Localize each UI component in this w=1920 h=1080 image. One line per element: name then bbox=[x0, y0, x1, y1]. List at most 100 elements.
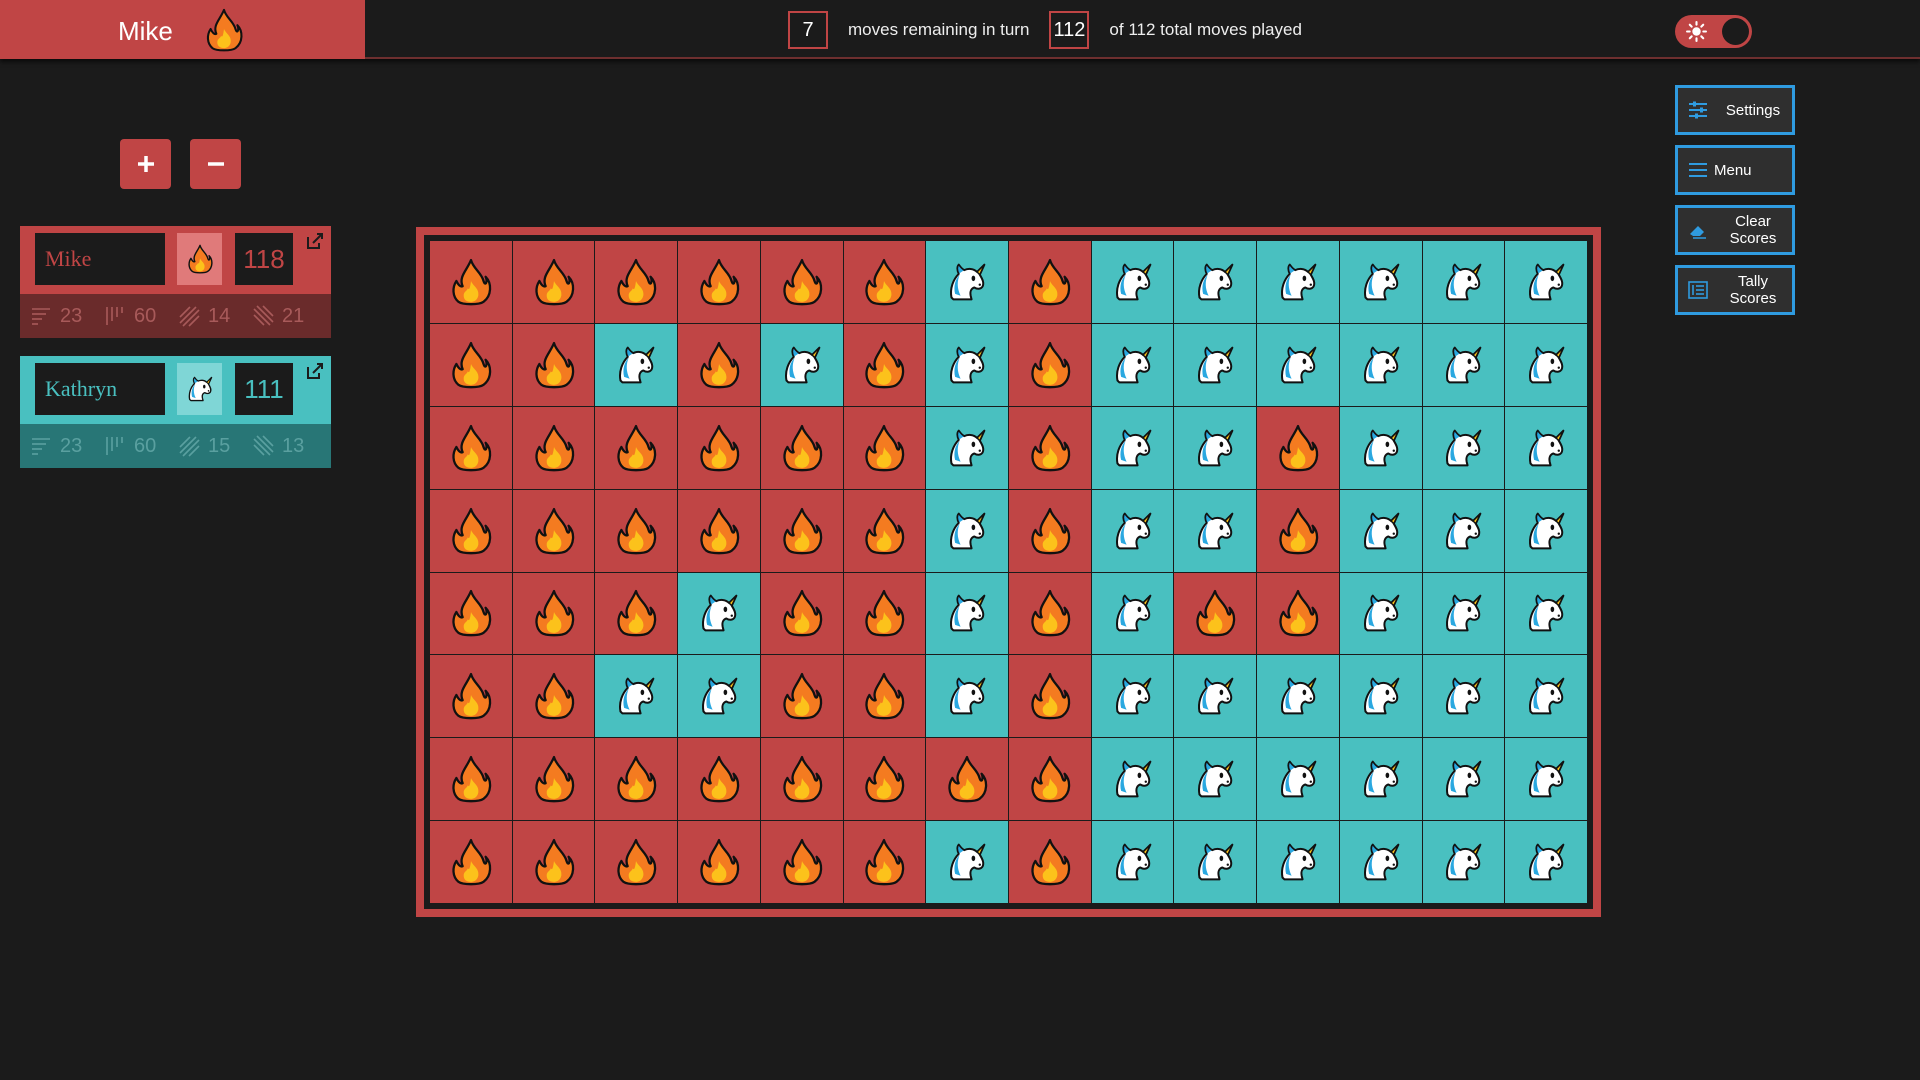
board-cell[interactable] bbox=[926, 655, 1008, 738]
board-cell[interactable] bbox=[1174, 655, 1257, 738]
board-cell[interactable] bbox=[1009, 406, 1091, 489]
board-cell[interactable] bbox=[843, 241, 926, 323]
board-cell[interactable] bbox=[1505, 406, 1587, 489]
remove-player-button[interactable] bbox=[190, 139, 241, 189]
board-cell[interactable] bbox=[1009, 241, 1091, 323]
external-edit-icon[interactable] bbox=[305, 361, 325, 381]
board-cell[interactable] bbox=[1505, 738, 1587, 821]
add-player-button[interactable] bbox=[120, 139, 171, 189]
board-cell[interactable] bbox=[430, 406, 512, 489]
board-cell[interactable] bbox=[678, 738, 760, 821]
board-cell[interactable] bbox=[595, 821, 678, 903]
settings-button[interactable]: Settings bbox=[1675, 85, 1795, 135]
board-cell[interactable] bbox=[1505, 489, 1587, 572]
board-cell[interactable] bbox=[760, 489, 843, 572]
board-cell[interactable] bbox=[1422, 655, 1505, 738]
board-cell[interactable] bbox=[678, 655, 760, 738]
board-cell[interactable] bbox=[1174, 241, 1257, 323]
board-cell[interactable] bbox=[430, 821, 512, 903]
board-cell[interactable] bbox=[843, 655, 926, 738]
board-cell[interactable] bbox=[1422, 738, 1505, 821]
board-cell[interactable] bbox=[1174, 406, 1257, 489]
board-cell[interactable] bbox=[926, 489, 1008, 572]
board-cell[interactable] bbox=[430, 572, 512, 655]
board-cell[interactable] bbox=[1339, 241, 1422, 323]
board-cell[interactable] bbox=[430, 738, 512, 821]
board-cell[interactable] bbox=[1505, 572, 1587, 655]
board-cell[interactable] bbox=[1009, 489, 1091, 572]
board-cell[interactable] bbox=[1339, 655, 1422, 738]
board-cell[interactable] bbox=[1505, 323, 1587, 406]
board-cell[interactable] bbox=[1009, 572, 1091, 655]
board-cell[interactable] bbox=[1422, 572, 1505, 655]
board-cell[interactable] bbox=[1009, 655, 1091, 738]
board-cell[interactable] bbox=[430, 241, 512, 323]
board-cell[interactable] bbox=[1174, 323, 1257, 406]
board-cell[interactable] bbox=[1505, 821, 1587, 903]
board-cell[interactable] bbox=[926, 572, 1008, 655]
board-cell[interactable] bbox=[1174, 489, 1257, 572]
board-cell[interactable] bbox=[1091, 489, 1174, 572]
board-cell[interactable] bbox=[512, 406, 595, 489]
board-cell[interactable] bbox=[430, 489, 512, 572]
board-cell[interactable] bbox=[1174, 738, 1257, 821]
menu-button[interactable]: Menu bbox=[1675, 145, 1795, 195]
board-cell[interactable] bbox=[1174, 821, 1257, 903]
external-edit-icon[interactable] bbox=[305, 231, 325, 251]
board-cell[interactable] bbox=[678, 323, 760, 406]
player-name-field[interactable]: Mike bbox=[35, 233, 165, 285]
board-cell[interactable] bbox=[678, 489, 760, 572]
player-icon-box[interactable] bbox=[177, 363, 222, 415]
board-cell[interactable] bbox=[926, 738, 1008, 821]
board-cell[interactable] bbox=[1422, 406, 1505, 489]
board-cell[interactable] bbox=[1339, 738, 1422, 821]
board-cell[interactable] bbox=[1091, 406, 1174, 489]
board-cell[interactable] bbox=[1257, 821, 1339, 903]
board-cell[interactable] bbox=[1257, 655, 1339, 738]
board-cell[interactable] bbox=[843, 489, 926, 572]
board-cell[interactable] bbox=[1505, 655, 1587, 738]
board-cell[interactable] bbox=[926, 323, 1008, 406]
clear-scores-button[interactable]: Clear Scores bbox=[1675, 205, 1795, 255]
board-cell[interactable] bbox=[1174, 572, 1257, 655]
board-cell[interactable] bbox=[1091, 655, 1174, 738]
board-cell[interactable] bbox=[1091, 821, 1174, 903]
board-cell[interactable] bbox=[595, 572, 678, 655]
board-cell[interactable] bbox=[595, 738, 678, 821]
tally-scores-button[interactable]: Tally Scores bbox=[1675, 265, 1795, 315]
board-cell[interactable] bbox=[1091, 241, 1174, 323]
board-cell[interactable] bbox=[843, 572, 926, 655]
board-cell[interactable] bbox=[760, 406, 843, 489]
board-cell[interactable] bbox=[843, 406, 926, 489]
board-cell[interactable] bbox=[512, 821, 595, 903]
board-cell[interactable] bbox=[1257, 323, 1339, 406]
board-cell[interactable] bbox=[760, 323, 843, 406]
board-cell[interactable] bbox=[1257, 489, 1339, 572]
board-cell[interactable] bbox=[678, 406, 760, 489]
board-cell[interactable] bbox=[1091, 738, 1174, 821]
board-cell[interactable] bbox=[678, 572, 760, 655]
board-cell[interactable] bbox=[1009, 738, 1091, 821]
board-cell[interactable] bbox=[1339, 489, 1422, 572]
board-cell[interactable] bbox=[1422, 821, 1505, 903]
board-cell[interactable] bbox=[1422, 241, 1505, 323]
board-cell[interactable] bbox=[595, 489, 678, 572]
board-cell[interactable] bbox=[1339, 323, 1422, 406]
board-cell[interactable] bbox=[512, 241, 595, 323]
board-cell[interactable] bbox=[760, 738, 843, 821]
board-cell[interactable] bbox=[678, 241, 760, 323]
board-cell[interactable] bbox=[595, 406, 678, 489]
board-cell[interactable] bbox=[760, 821, 843, 903]
board-cell[interactable] bbox=[1257, 572, 1339, 655]
board-cell[interactable] bbox=[843, 323, 926, 406]
board-cell[interactable] bbox=[1257, 406, 1339, 489]
board-cell[interactable] bbox=[1257, 241, 1339, 323]
board-cell[interactable] bbox=[595, 323, 678, 406]
board-cell[interactable] bbox=[926, 821, 1008, 903]
board-cell[interactable] bbox=[1091, 572, 1174, 655]
board-cell[interactable] bbox=[678, 821, 760, 903]
board-cell[interactable] bbox=[1091, 323, 1174, 406]
board-cell[interactable] bbox=[512, 572, 595, 655]
board-cell[interactable] bbox=[1422, 489, 1505, 572]
board-cell[interactable] bbox=[926, 406, 1008, 489]
